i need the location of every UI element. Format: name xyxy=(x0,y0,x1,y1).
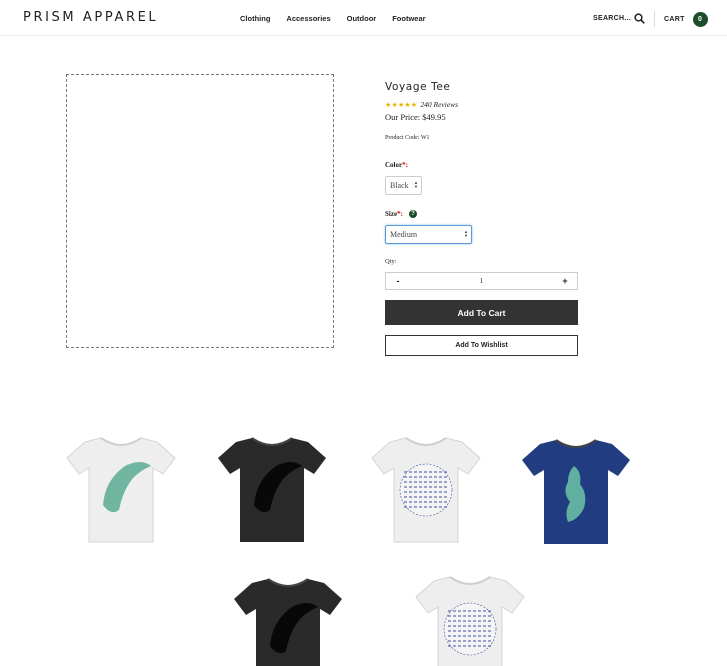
cart-button[interactable]: CART 0 xyxy=(664,12,708,27)
star-rating-icon: ★★★★★ xyxy=(385,101,418,109)
product-thumbnail[interactable] xyxy=(63,430,179,548)
product-thumbnail[interactable] xyxy=(214,430,330,548)
size-select[interactable]: Medium ▲ ▼ xyxy=(385,225,472,244)
search-icon xyxy=(634,13,645,24)
color-label-text: Color xyxy=(385,161,403,169)
product-title: Voyage Tee xyxy=(385,81,451,93)
qty-increment-button[interactable]: + xyxy=(553,276,577,286)
nav-outdoor[interactable]: Outdoor xyxy=(347,14,377,23)
search-button[interactable]: SEARCH... xyxy=(593,13,645,24)
nav-clothing[interactable]: Clothing xyxy=(240,14,270,23)
site-header: PRISM APPAREL Clothing Accessories Outdo… xyxy=(0,0,727,36)
select-arrows-icon: ▲ ▼ xyxy=(414,180,418,189)
cart-count-badge: 0 xyxy=(692,12,708,27)
tshirt-image xyxy=(522,439,630,544)
qty-input[interactable]: 1 xyxy=(410,277,553,285)
header-divider xyxy=(654,11,655,27)
add-to-wishlist-button[interactable]: Add To Wishlist xyxy=(385,335,578,356)
product-thumbnail[interactable] xyxy=(518,432,634,550)
required-mark: *: xyxy=(397,210,403,218)
product-image-placeholder xyxy=(66,74,334,348)
tshirt-image xyxy=(371,437,481,543)
product-price: Our Price: $49.95 xyxy=(385,112,446,122)
tshirt-image xyxy=(218,437,326,542)
product-thumbnail[interactable] xyxy=(368,430,484,548)
tshirt-image xyxy=(415,576,525,666)
tshirt-print xyxy=(399,463,453,517)
qty-label: Qty: xyxy=(385,258,397,265)
site-logo[interactable]: PRISM APPAREL xyxy=(23,10,158,25)
qty-decrement-button[interactable]: - xyxy=(386,276,410,286)
size-label-text: Size xyxy=(385,210,398,218)
cart-label: CART xyxy=(664,16,685,23)
help-icon[interactable]: ? xyxy=(408,210,417,218)
reviews-link[interactable]: 240 Reviews xyxy=(420,100,458,109)
tshirt-image xyxy=(66,437,176,543)
product-rating[interactable]: ★★★★★ 240 Reviews xyxy=(385,100,458,109)
product-code: Product Code: W1 xyxy=(385,135,430,141)
nav-accessories[interactable]: Accessories xyxy=(286,14,330,23)
product-thumbnail[interactable] xyxy=(412,569,528,666)
tshirt-print xyxy=(443,602,497,656)
nav-footwear[interactable]: Footwear xyxy=(392,14,425,23)
color-select[interactable]: Black ▲ ▼ xyxy=(385,176,422,195)
color-label: Color*: xyxy=(385,161,408,169)
required-mark: *: xyxy=(402,161,408,169)
tshirt-image xyxy=(234,578,342,666)
size-label: Size *: ? xyxy=(385,210,417,218)
quantity-stepper: - 1 + xyxy=(385,272,578,290)
size-select-value: Medium xyxy=(390,230,418,239)
add-to-cart-button[interactable]: Add To Cart xyxy=(385,300,578,325)
search-label: SEARCH... xyxy=(593,15,632,22)
select-arrows-icon: ▲ ▼ xyxy=(464,229,468,238)
main-nav: Clothing Accessories Outdoor Footwear xyxy=(240,14,442,23)
product-thumbnail[interactable] xyxy=(230,571,346,666)
color-select-value: Black xyxy=(390,181,409,190)
